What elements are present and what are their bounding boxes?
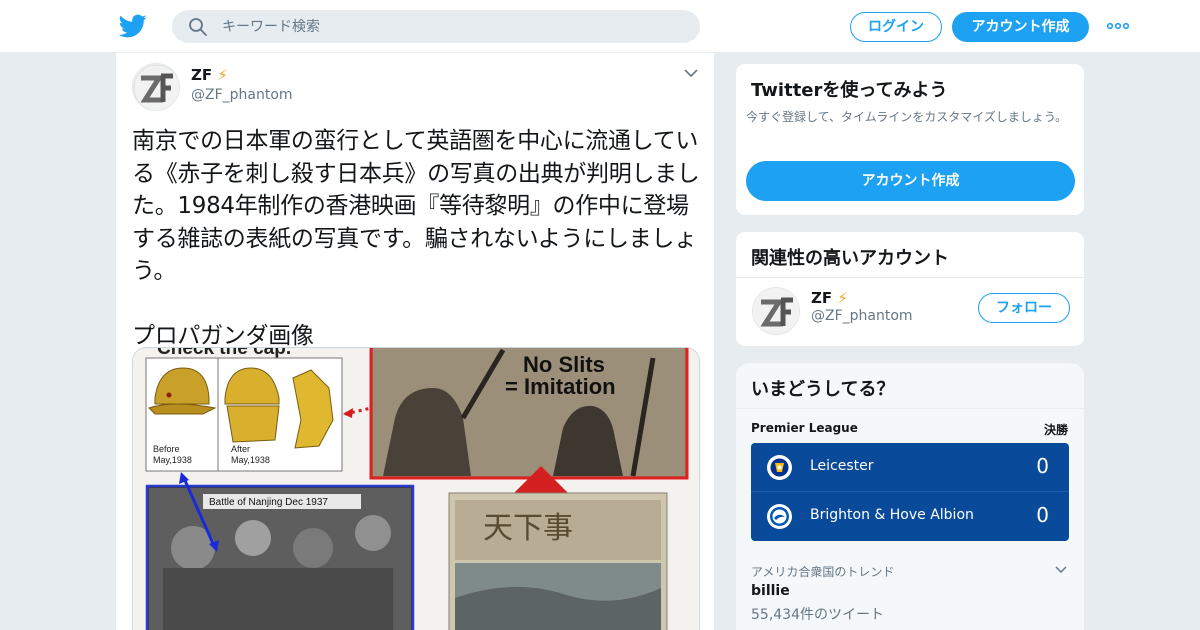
label-battle: Battle of Nanjing Dec 1937 [209,497,328,508]
tweet-body: 南京での日本軍の蛮行として英語圏を中心に流通している《赤子を刺し殺す日本兵》の写… [132,128,700,284]
divider [736,408,1084,409]
brighton-crest-icon [767,504,792,529]
related-account-handle[interactable]: @ZF_phantom [811,308,913,324]
chevron-down-icon[interactable] [1054,565,1068,575]
related-account-avatar[interactable] [752,287,800,335]
caption-check-cap: Check the cap. [157,348,291,359]
lightning-badge-icon: ⚡ [837,289,848,307]
team-name: Leicester [810,458,874,474]
top-bar: ログイン アカウント作成 [0,0,1200,53]
author-handle[interactable]: @ZF_phantom [191,87,293,103]
signup-card: Twitterを使ってみよう 今すぐ登録して、タイムラインをカスタマイズしましょ… [735,63,1085,216]
magazine-title: 天下事 [483,511,573,546]
login-button[interactable]: ログイン [850,12,942,42]
related-accounts-card: 関連性の高いアカウント ZF ⚡ @ZF_phantom フォロー [735,231,1085,347]
divider [736,277,1084,278]
scoreboard[interactable]: Leicester 0 Brighton & Hove Albion 0 [751,443,1069,541]
label-imitation: = Imitation [505,374,616,399]
team-name: Brighton & Hove Albion [810,507,974,523]
leicester-crest-icon [767,455,792,480]
trends-title: いまどうしてる？ [751,379,895,400]
signup-card-title: Twitterを使ってみよう [751,80,948,101]
signup-card-button[interactable]: アカウント作成 [746,161,1075,201]
stage-label: 決勝 [1044,423,1069,437]
search-bar[interactable] [172,10,700,43]
related-account-name[interactable]: ZF ⚡ [811,289,848,307]
lightning-badge-icon: ⚡ [217,66,228,84]
search-input[interactable] [222,10,682,43]
related-accounts-title: 関連性の高いアカウント [751,248,949,269]
signup-card-description: 今すぐ登録して、タイムラインをカスタマイズしましょう。 [746,110,1068,124]
team-row[interactable]: Leicester 0 [751,443,1069,492]
trend-location: アメリカ合衆国のトレンド [751,565,895,579]
follow-button[interactable]: フォロー [978,293,1070,323]
tweet-card: ZF ⚡ @ZF_phantom 南京での日本軍の蛮行として英語圏を中心に流通し… [115,53,715,630]
chevron-down-icon[interactable] [683,67,699,79]
more-options-icon[interactable] [1106,17,1130,35]
team-score: 0 [1036,454,1049,478]
team-score: 0 [1036,503,1049,527]
twitter-logo-icon[interactable] [118,12,148,40]
label-before: Before [153,444,180,454]
signup-button[interactable]: アカウント作成 [952,12,1089,42]
avatar-image [753,288,799,334]
trend-term[interactable]: billie [751,583,790,599]
label-before-date: May,1938 [153,455,192,465]
author-avatar[interactable] [132,63,180,111]
avatar-image [133,64,179,110]
search-icon [189,18,207,36]
propaganda-collage-image: Check the cap. Before May,1938 After May… [133,348,699,630]
label-after-date: May,1938 [231,455,270,465]
tweet-text: 南京での日本軍の蛮行として英語圏を中心に流通している《赤子を刺し殺す日本兵》の写… [132,125,700,352]
league-label: Premier League [751,421,858,435]
label-after: After [231,444,250,454]
team-row[interactable]: Brighton & Hove Albion 0 [751,492,1069,541]
trend-count: 55,434件のツイート [751,607,884,623]
tweet-media-image[interactable]: Check the cap. Before May,1938 After May… [132,347,700,630]
trends-card: いまどうしてる？ Premier League 決勝 Leicester 0 B… [735,362,1085,630]
author-name[interactable]: ZF ⚡ [191,66,228,84]
